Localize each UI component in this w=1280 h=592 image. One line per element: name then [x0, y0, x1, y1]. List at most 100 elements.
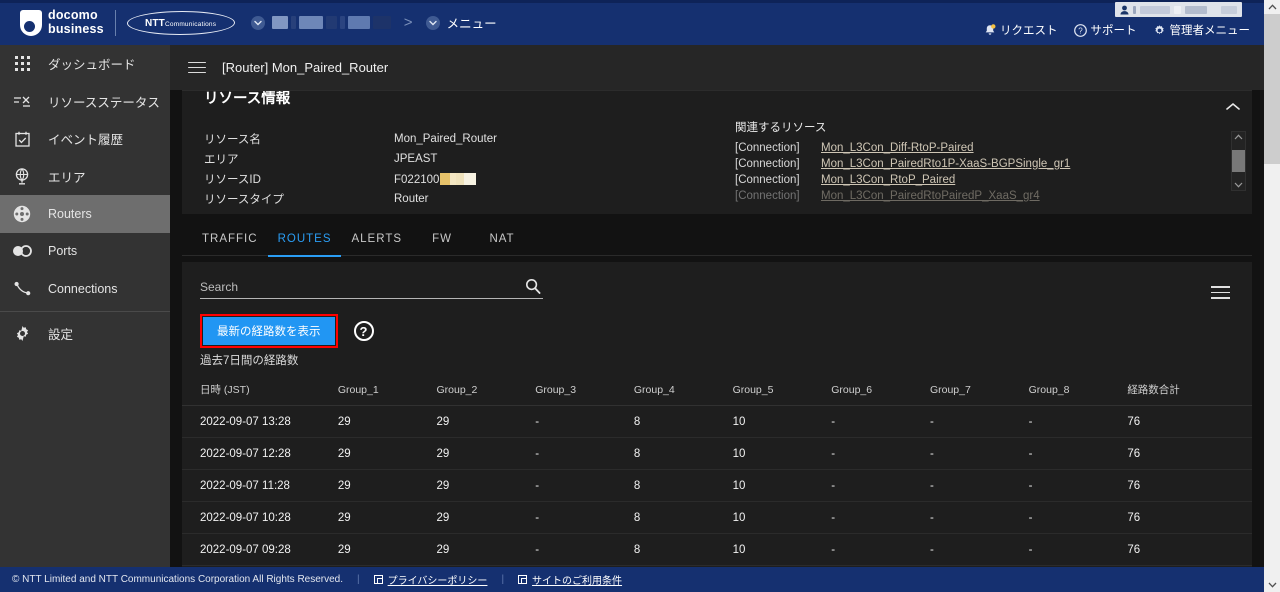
admin-menu-link[interactable]: 管理者メニュー: [1153, 22, 1250, 38]
tab-alerts[interactable]: ALERTS: [341, 224, 412, 256]
cell-group-3: -: [535, 533, 634, 566]
top-navigation-bar: docomo business NTTCommunications > メニュー: [0, 0, 1264, 45]
help-icon[interactable]: ?: [353, 321, 374, 341]
docomo-business-logo[interactable]: docomo business: [20, 9, 104, 36]
column-header-group-3[interactable]: Group_3: [535, 378, 634, 406]
related-resource-link[interactable]: Mon_L3Con_PairedRtoPairedP_XaaS_gr4: [821, 190, 1040, 202]
cell-datetime: 2022-09-07 09:28: [182, 533, 338, 566]
privacy-policy-link[interactable]: プライバシーポリシー: [373, 572, 487, 587]
cell-total: 76: [1127, 437, 1252, 470]
tab-label: ALERTS: [351, 233, 403, 245]
footer-divider: |: [501, 574, 505, 585]
user-account-chip[interactable]: [1115, 2, 1242, 17]
resource-field-value: Mon_Paired_Router: [394, 133, 497, 145]
resource-info-panel: リソース情報 リソース名 Mon_Paired_Router エリア JPEAS…: [182, 90, 1252, 214]
browser-scrollbar-thumb[interactable]: [1264, 14, 1280, 164]
search-field-wrapper: [200, 276, 543, 299]
page-header: [Router] Mon_Paired_Router: [170, 45, 1264, 90]
support-link[interactable]: ? サポート: [1073, 22, 1137, 38]
cell-datetime: 2022-09-07 10:28: [182, 501, 338, 534]
related-resource-kind: [Connection]: [735, 174, 800, 186]
cell-group-1: 29: [337, 437, 437, 470]
table-row[interactable]: 2022-09-07 09:28 29 29 - 8 10 - - - 76: [182, 533, 1252, 566]
column-header-datetime[interactable]: 日時 (JST): [182, 378, 338, 406]
cell-group-8: -: [1028, 501, 1128, 534]
cell-total: 76: [1127, 533, 1252, 566]
menu-chevron-down-icon[interactable]: [425, 15, 440, 30]
terms-of-use-link[interactable]: サイトのご利用条件: [518, 572, 622, 587]
scrollbar-thumb[interactable]: [1232, 150, 1245, 172]
cell-group-7: -: [929, 501, 1029, 534]
show-latest-routes-button[interactable]: 最新の経路数を表示: [203, 317, 335, 345]
column-header-group-8[interactable]: Group_8: [1028, 378, 1128, 406]
cell-group-6: -: [831, 469, 930, 502]
search-icon[interactable]: [525, 278, 541, 300]
routes-table: 日時 (JST) Group_1 Group_2 Group_3 Group_4…: [182, 378, 1252, 566]
terms-of-use-label: サイトのご利用条件: [532, 576, 623, 587]
cell-total: 76: [1127, 469, 1252, 502]
sidebar-item-resource-status[interactable]: リソースステータス: [0, 83, 170, 121]
sidebar-item-dashboard[interactable]: ダッシュボード: [0, 45, 170, 83]
sidebar-item-ports[interactable]: Ports: [0, 233, 170, 271]
cell-group-4: 8: [633, 501, 733, 534]
column-header-group-6[interactable]: Group_6: [831, 378, 930, 406]
gear-icon: [10, 325, 34, 342]
sidebar-item-event-history[interactable]: イベント履歴: [0, 120, 170, 158]
related-resource-link[interactable]: Mon_L3Con_PairedRto1P-XaaS-BGPSingle_gr1: [821, 158, 1070, 170]
column-header-total[interactable]: 経路数合計: [1127, 378, 1252, 406]
cell-group-2: 29: [436, 469, 536, 502]
related-resource-item[interactable]: [Connection] Mon_L3Con_RtoP_Paired: [735, 172, 1235, 188]
tab-routes[interactable]: ROUTES: [267, 224, 342, 257]
related-resource-item[interactable]: [Connection] Mon_L3Con_PairedRto1P-XaaS-…: [735, 156, 1235, 172]
column-header-group-4[interactable]: Group_4: [633, 378, 733, 406]
chevron-down-icon[interactable]: [250, 15, 265, 30]
sidebar-item-settings[interactable]: 設定: [0, 315, 170, 353]
column-header-group-1[interactable]: Group_1: [337, 378, 437, 406]
sidebar-item-routers[interactable]: Routers: [0, 195, 170, 233]
resource-info-title: リソース情報: [204, 91, 291, 107]
cell-group-1: 29: [337, 405, 437, 438]
browser-scrollbar[interactable]: [1264, 0, 1280, 592]
tab-fw[interactable]: FW: [412, 224, 472, 256]
scroll-up-arrow-icon[interactable]: [1264, 0, 1280, 14]
table-options-menu-icon[interactable]: [1211, 286, 1230, 303]
org-selector[interactable]: > メニュー: [250, 13, 497, 32]
breadcrumb-separator: >: [403, 14, 413, 31]
column-header-group-5[interactable]: Group_5: [732, 378, 832, 406]
table-row[interactable]: 2022-09-07 11:28 29 29 - 8 10 - - - 76: [182, 469, 1252, 502]
resource-status-icon: [10, 94, 34, 109]
tab-traffic[interactable]: TRAFFIC: [192, 224, 268, 256]
resource-field-value: Router: [394, 193, 429, 205]
cell-group-4: 8: [633, 469, 733, 502]
menu-label[interactable]: メニュー: [447, 13, 497, 32]
related-resources-scrollbar[interactable]: [1231, 131, 1246, 191]
related-resource-item[interactable]: [Connection] Mon_L3Con_PairedRtoPairedP_…: [735, 188, 1235, 204]
router-icon: [10, 205, 34, 223]
hamburger-icon[interactable]: [188, 61, 206, 74]
table-row[interactable]: 2022-09-07 10:28 29 29 - 8 10 - - - 76: [182, 501, 1252, 534]
sidebar-item-area[interactable]: エリア: [0, 158, 170, 196]
search-input[interactable]: [200, 276, 500, 298]
column-header-group-7[interactable]: Group_7: [929, 378, 1029, 406]
tab-nat[interactable]: NAT: [472, 224, 532, 256]
cell-group-5: 10: [732, 469, 832, 502]
request-link[interactable]: リクエスト: [984, 22, 1058, 38]
cell-group-7: -: [929, 405, 1029, 438]
cell-group-3: -: [535, 405, 634, 438]
related-resource-item[interactable]: [Connection] Mon_L3Con_Diff-RtoP-Paired: [735, 140, 1235, 156]
topbar-right-cluster: リクエスト ? サポート 管理者メニュー: [984, 0, 1264, 45]
related-resource-link[interactable]: Mon_L3Con_RtoP_Paired: [821, 174, 955, 186]
sidebar-item-connections[interactable]: Connections: [0, 270, 170, 308]
cell-group-1: 29: [337, 501, 437, 534]
cell-group-6: -: [831, 437, 930, 470]
resource-field-row: リソース名 Mon_Paired_Router: [204, 129, 497, 149]
chevron-up-icon[interactable]: [1226, 98, 1240, 116]
related-resource-kind: [Connection]: [735, 190, 800, 202]
brand-line-2: business: [48, 21, 104, 36]
related-resource-link[interactable]: Mon_L3Con_Diff-RtoP-Paired: [821, 142, 974, 154]
column-header-group-2[interactable]: Group_2: [436, 378, 536, 406]
scroll-down-arrow-icon[interactable]: [1264, 578, 1280, 592]
table-row[interactable]: 2022-09-07 12:28 29 29 - 8 10 - - - 76: [182, 437, 1252, 470]
table-row[interactable]: 2022-09-07 13:28 29 29 - 8 10 - - - 76: [182, 405, 1252, 438]
search-row: [182, 262, 1252, 310]
